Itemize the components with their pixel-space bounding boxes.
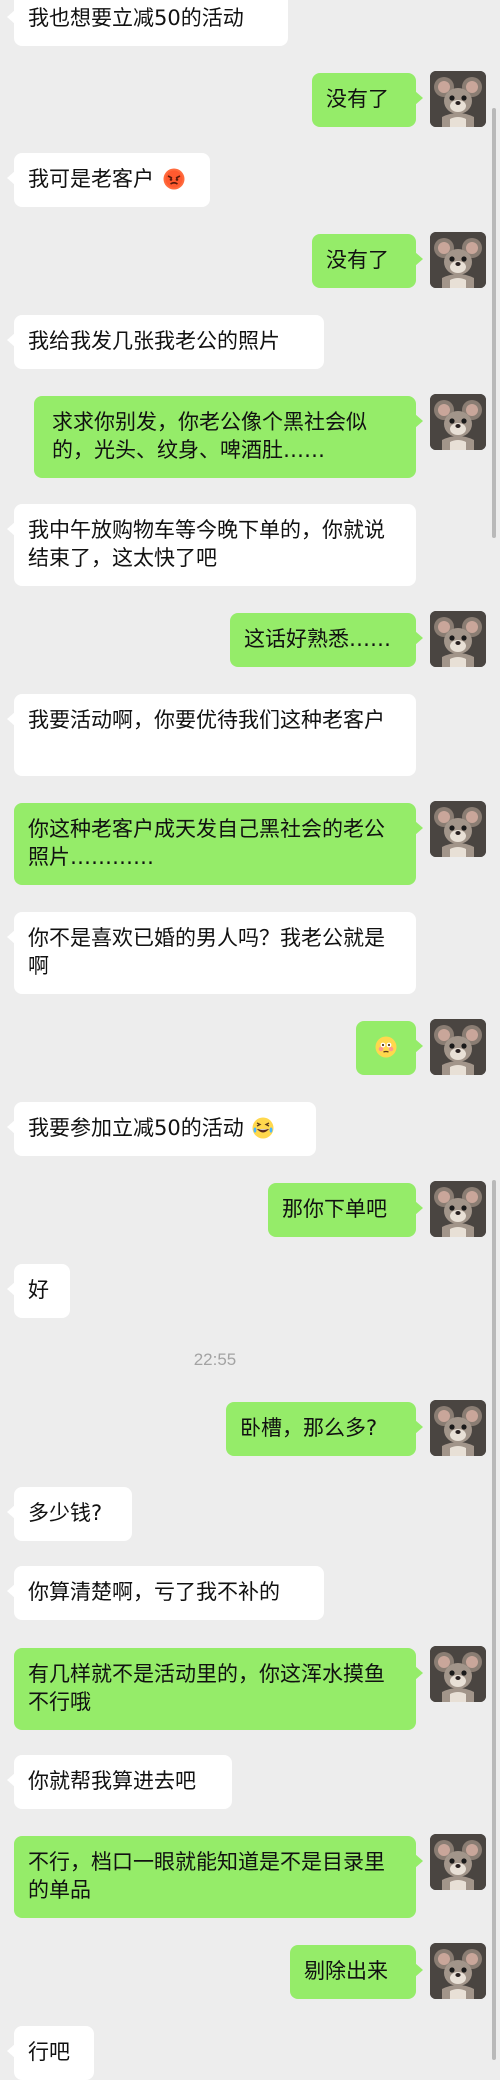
chat-scroll-area[interactable]: 我也想要立减50的活动 没有了 我可是老客户 没有了 我给我发几张我老公的照片 …	[0, 0, 500, 2080]
message-bubble[interactable]: 我中午放购物车等今晚下单的，你就说结束了，这太快了吧	[7, 504, 416, 586]
message-bubble[interactable]: 我可是老客户	[7, 153, 210, 207]
mouse-avatar[interactable]	[430, 1400, 486, 1456]
message-bubble[interactable]	[356, 1021, 423, 1075]
message-text: 我给我发几张我老公的照片	[28, 329, 280, 353]
mouse-avatar[interactable]	[430, 1834, 486, 1890]
message-bubble[interactable]: 剔除出来	[290, 1945, 423, 1999]
message-text: 不行，档口一眼就能知道是不是目录里的单品	[28, 1850, 385, 1902]
message-text: 你算清楚啊，亏了我不补的	[28, 1580, 280, 1604]
message-text: 那你下单吧	[282, 1197, 387, 1221]
mouse-avatar[interactable]	[430, 394, 486, 450]
message-text: 我中午放购物车等今晚下单的，你就说结束了，这太快了吧	[28, 518, 385, 570]
angry-face-icon	[163, 168, 185, 190]
message-text: 卧槽，那么多?	[240, 1416, 378, 1440]
scrollbar-thumb[interactable]	[492, 108, 496, 538]
mouse-avatar[interactable]	[430, 71, 486, 127]
message-bubble[interactable]: 我也想要立减50的活动	[7, 0, 288, 46]
message-text: 我要参加立减50的活动	[28, 1116, 244, 1140]
mouse-avatar[interactable]	[430, 801, 486, 857]
mouse-avatar[interactable]	[430, 1646, 486, 1702]
message-bubble[interactable]: 那你下单吧	[268, 1183, 423, 1237]
mouse-avatar[interactable]	[430, 1019, 486, 1075]
mouse-avatar[interactable]	[430, 1181, 486, 1237]
message-text: 没有了	[326, 87, 389, 111]
message-bubble[interactable]: 求求你别发，你老公像个黑社会似的，光头、纹身、啤酒肚……	[34, 396, 423, 478]
mouse-avatar[interactable]	[430, 232, 486, 288]
message-bubble[interactable]: 好	[7, 1264, 70, 1318]
message-bubble[interactable]: 我给我发几张我老公的照片	[7, 315, 324, 369]
laughing-tears-face-icon	[252, 1117, 274, 1139]
message-text: 行吧	[28, 2040, 70, 2064]
message-bubble[interactable]: 不行，档口一眼就能知道是不是目录里的单品	[14, 1836, 423, 1918]
message-text: 我要活动啊，你要优待我们这种老客户	[28, 708, 385, 732]
message-bubble[interactable]: 你这种老客户成天发自己黑社会的老公照片…………	[14, 803, 423, 885]
message-bubble[interactable]: 有几样就不是活动里的，你这浑水摸鱼不行哦	[14, 1648, 423, 1730]
flushed-face-icon	[375, 1036, 397, 1058]
message-bubble[interactable]: 我要参加立减50的活动	[7, 1102, 316, 1156]
message-text: 好	[28, 1278, 49, 1302]
message-bubble[interactable]: 这话好熟悉……	[230, 613, 423, 667]
message-bubble[interactable]: 多少钱?	[7, 1487, 132, 1541]
message-text: 有几样就不是活动里的，你这浑水摸鱼不行哦	[28, 1662, 385, 1714]
scrollbar-thumb[interactable]	[492, 1180, 496, 2060]
message-bubble[interactable]: 没有了	[312, 234, 423, 288]
message-text: 剔除出来	[304, 1959, 388, 1983]
message-bubble[interactable]: 你不是喜欢已婚的男人吗？我老公就是啊	[7, 912, 416, 994]
message-bubble[interactable]: 卧槽，那么多?	[226, 1402, 423, 1456]
message-text: 你这种老客户成天发自己黑社会的老公照片…………	[28, 817, 385, 869]
message-text: 没有了	[326, 248, 389, 272]
message-text: 我也想要立减50的活动	[28, 6, 244, 30]
message-bubble[interactable]: 行吧	[7, 2026, 94, 2080]
message-bubble[interactable]: 没有了	[312, 73, 423, 127]
message-bubble[interactable]: 你算清楚啊，亏了我不补的	[7, 1566, 324, 1620]
message-text: 你就帮我算进去吧	[28, 1769, 196, 1793]
message-text: 求求你别发，你老公像个黑社会似的，光头、纹身、啤酒肚……	[52, 410, 367, 462]
message-bubble[interactable]: 你就帮我算进去吧	[7, 1755, 232, 1809]
mouse-avatar[interactable]	[430, 1943, 486, 1999]
message-bubble[interactable]: 我要活动啊，你要优待我们这种老客户	[7, 694, 416, 776]
message-text: 多少钱?	[28, 1501, 103, 1525]
chat-timestamp: 22:55	[193, 1350, 237, 1369]
message-text: 这话好熟悉……	[244, 627, 391, 651]
message-text: 我可是老客户	[28, 167, 154, 191]
mouse-avatar[interactable]	[430, 611, 486, 667]
message-text: 你不是喜欢已婚的男人吗？我老公就是啊	[28, 926, 385, 978]
